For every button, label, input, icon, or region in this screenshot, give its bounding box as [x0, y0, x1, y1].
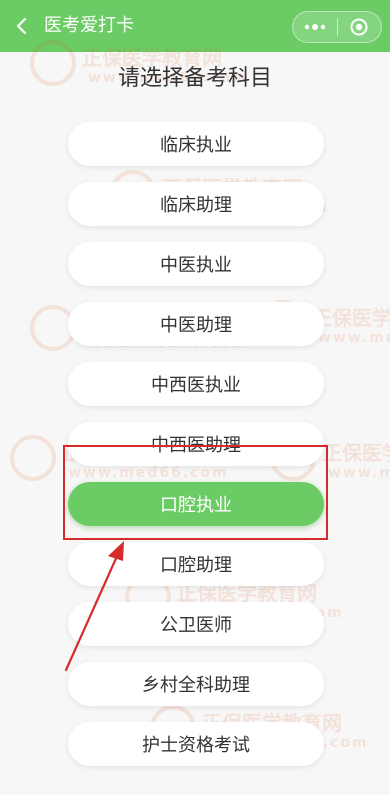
more-dots-icon: [304, 24, 325, 30]
top-nav-bar: 医考爱打卡: [0, 0, 390, 52]
page-heading: 请选择备考科目: [117, 66, 272, 91]
more-menu-button[interactable]: [293, 12, 337, 42]
subject-option-selected[interactable]: 口腔执业: [68, 482, 324, 526]
miniprogram-capsule: [292, 11, 382, 43]
subject-option[interactable]: 中医助理: [68, 302, 324, 346]
subject-option[interactable]: 中医执业: [68, 242, 324, 286]
subject-option[interactable]: 公卫医师: [68, 602, 324, 646]
subject-option[interactable]: 临床执业: [68, 122, 324, 166]
back-button[interactable]: [10, 13, 32, 39]
subject-option[interactable]: 乡村全科助理: [68, 662, 324, 706]
subject-option[interactable]: 护士资格考试: [68, 722, 324, 766]
subject-option[interactable]: 临床助理: [68, 182, 324, 226]
close-miniprogram-button[interactable]: [338, 12, 382, 42]
app-title: 医考爱打卡: [44, 15, 134, 36]
subject-option[interactable]: 口腔助理: [68, 542, 324, 586]
target-close-icon: [350, 18, 368, 36]
subject-option[interactable]: 中西医执业: [68, 362, 324, 406]
subject-option[interactable]: 中西医助理: [68, 422, 324, 466]
chevron-left-icon: [16, 17, 27, 35]
